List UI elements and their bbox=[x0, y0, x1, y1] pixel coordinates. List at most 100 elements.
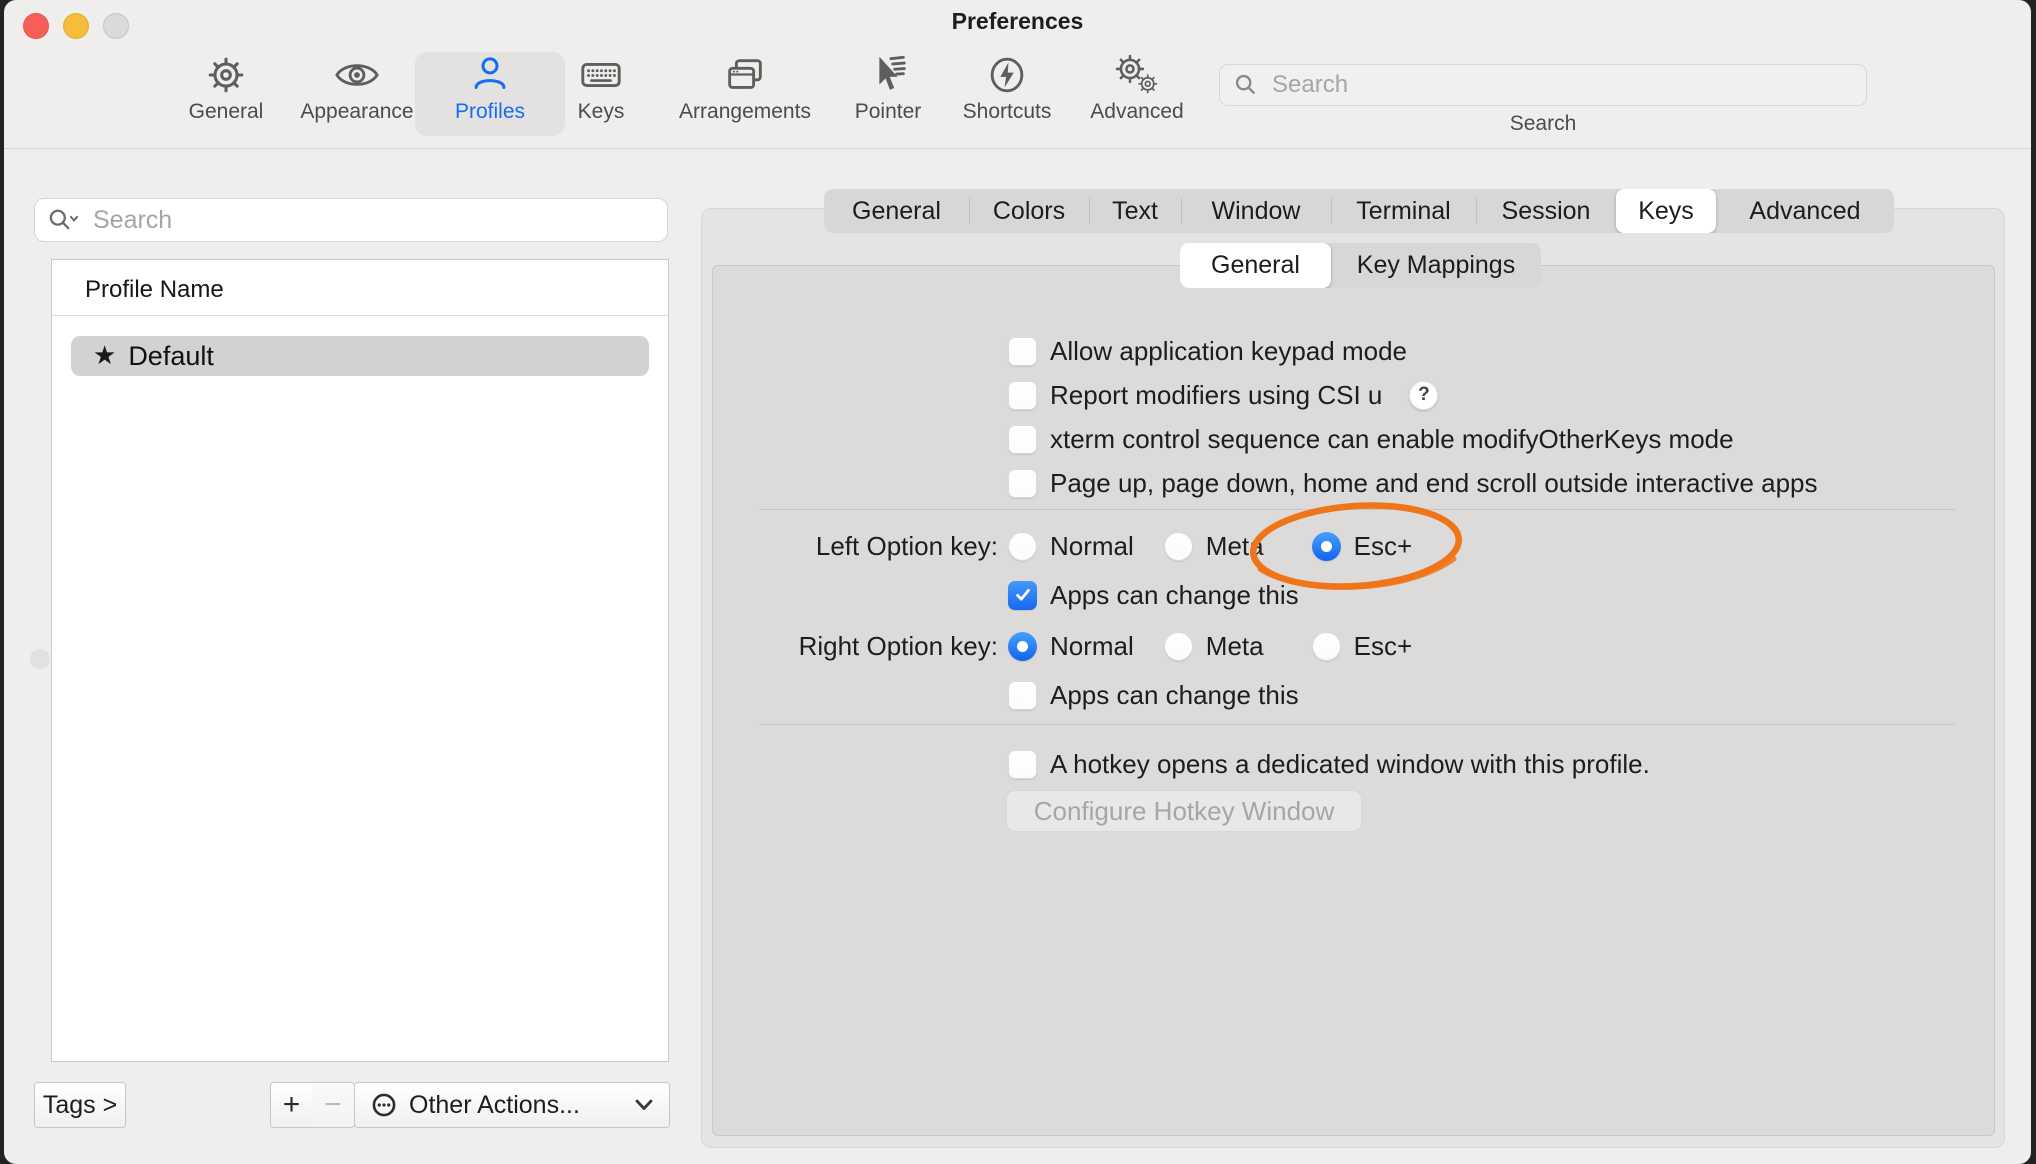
toolbar-label: Appearance bbox=[300, 100, 413, 124]
tab-general[interactable]: General bbox=[824, 189, 969, 233]
tab-keys[interactable]: Keys bbox=[1616, 189, 1716, 233]
divider bbox=[759, 724, 1955, 725]
toolbar-item-keys[interactable]: Keys bbox=[526, 52, 676, 136]
profile-search-input[interactable] bbox=[91, 205, 655, 236]
profile-name: Default bbox=[128, 341, 214, 372]
radio-label: Meta bbox=[1206, 531, 1264, 561]
radio-right-normal[interactable] bbox=[1008, 632, 1037, 661]
tags-button[interactable]: Tags > bbox=[34, 1082, 126, 1128]
tab-text[interactable]: Text bbox=[1089, 189, 1181, 233]
checkbox-row: Report modifiers using CSI u ? bbox=[1008, 379, 1438, 411]
checkbox-row: Allow application keypad mode bbox=[1008, 335, 1407, 367]
radio-right-meta[interactable] bbox=[1164, 632, 1193, 661]
radio-left-esc[interactable] bbox=[1312, 532, 1341, 561]
keyboard-icon bbox=[578, 52, 624, 98]
right-option-label: Right Option key: bbox=[734, 631, 998, 661]
checkbox-row: Page up, page down, home and end scroll … bbox=[1008, 467, 1818, 499]
radio-label: Normal bbox=[1050, 531, 1134, 561]
radio-label: Normal bbox=[1050, 631, 1134, 661]
toolbar-item-appearance[interactable]: Appearance bbox=[282, 52, 432, 136]
sidebar-dot bbox=[30, 649, 50, 669]
apps-change-row: Apps can change this bbox=[1008, 579, 1299, 611]
profile-row-default[interactable]: ★ Default bbox=[71, 336, 649, 376]
eye-icon bbox=[334, 52, 380, 98]
configure-hotkey-window-button: Configure Hotkey Window bbox=[1006, 790, 1362, 832]
radio-right-esc[interactable] bbox=[1312, 632, 1341, 661]
checkbox-label: Report modifiers using CSI u bbox=[1050, 380, 1382, 410]
toolbar-item-arrangements[interactable]: Arrangements bbox=[670, 52, 820, 136]
left-option-row: Left Option key: Normal Meta Esc+ bbox=[734, 530, 1412, 562]
checkmark-icon bbox=[1013, 585, 1033, 605]
gear-icon bbox=[203, 52, 249, 98]
profile-search-field[interactable] bbox=[34, 198, 668, 242]
star-icon: ★ bbox=[93, 341, 116, 371]
checkbox-label: xterm control sequence can enable modify… bbox=[1050, 424, 1734, 454]
other-actions-label: Other Actions... bbox=[409, 1091, 635, 1120]
window-title: Preferences bbox=[4, 8, 2031, 35]
keys-subtab-bar: General Key Mappings bbox=[1180, 243, 1541, 288]
preferences-window: Preferences General Appearance Profiles … bbox=[4, 0, 2031, 1164]
hotkey-row: A hotkey opens a dedicated window with t… bbox=[1008, 748, 1650, 780]
checkbox-label: Allow application keypad mode bbox=[1050, 336, 1407, 366]
radio-left-meta[interactable] bbox=[1164, 532, 1193, 561]
toolbar-search-field[interactable] bbox=[1219, 64, 1867, 106]
checkbox-left-apps-change[interactable] bbox=[1008, 581, 1037, 610]
radio-label: Esc+ bbox=[1354, 631, 1413, 661]
cursor-icon bbox=[865, 52, 911, 98]
toolbar-label: Arrangements bbox=[679, 100, 811, 124]
toolbar-search-caption: Search bbox=[1219, 112, 1867, 136]
list-header-divider bbox=[52, 315, 668, 316]
toolbar-item-advanced[interactable]: Advanced bbox=[1062, 52, 1212, 136]
toolbar-label: Keys bbox=[578, 100, 625, 124]
toolbar-divider bbox=[4, 148, 2031, 149]
checkbox-label: A hotkey opens a dedicated window with t… bbox=[1050, 749, 1650, 779]
remove-profile-button: − bbox=[312, 1082, 355, 1128]
profile-list-header: Profile Name bbox=[85, 276, 224, 304]
checkbox-label: Page up, page down, home and end scroll … bbox=[1050, 468, 1818, 498]
toolbar-search-input[interactable] bbox=[1270, 70, 1854, 100]
checkbox-page-scroll[interactable] bbox=[1008, 469, 1037, 498]
tab-colors[interactable]: Colors bbox=[969, 189, 1089, 233]
toolbar-label: Shortcuts bbox=[963, 100, 1052, 124]
add-profile-button[interactable]: + bbox=[270, 1082, 313, 1128]
lightning-icon bbox=[984, 52, 1030, 98]
divider bbox=[759, 509, 1955, 510]
tab-window[interactable]: Window bbox=[1181, 189, 1331, 233]
toolbar-label: General bbox=[189, 100, 264, 124]
ellipsis-circle-icon bbox=[371, 1092, 397, 1118]
tab-advanced[interactable]: Advanced bbox=[1716, 189, 1894, 233]
gears-icon bbox=[1114, 52, 1160, 98]
checkbox-allow-keypad[interactable] bbox=[1008, 337, 1037, 366]
radio-label: Esc+ bbox=[1354, 531, 1413, 561]
radio-label: Meta bbox=[1206, 631, 1264, 661]
tab-terminal[interactable]: Terminal bbox=[1331, 189, 1476, 233]
search-menu-icon bbox=[47, 206, 81, 234]
search-icon bbox=[1232, 71, 1260, 99]
checkbox-label: Apps can change this bbox=[1050, 580, 1299, 610]
apps-change-row: Apps can change this bbox=[1008, 679, 1299, 711]
profile-tab-bar: General Colors Text Window Terminal Sess… bbox=[824, 189, 1894, 233]
help-button[interactable]: ? bbox=[1409, 381, 1438, 410]
tab-session[interactable]: Session bbox=[1476, 189, 1616, 233]
subtab-general[interactable]: General bbox=[1180, 243, 1331, 288]
toolbar-label: Advanced bbox=[1090, 100, 1183, 124]
profile-list: Profile Name ★ Default bbox=[51, 259, 669, 1062]
checkbox-row: xterm control sequence can enable modify… bbox=[1008, 423, 1734, 455]
toolbar-label: Profiles bbox=[455, 100, 525, 124]
radio-left-normal[interactable] bbox=[1008, 532, 1037, 561]
person-icon bbox=[467, 52, 513, 98]
checkbox-csi-u[interactable] bbox=[1008, 381, 1037, 410]
toolbar-item-general[interactable]: General bbox=[151, 52, 301, 136]
toolbar-label: Pointer bbox=[855, 100, 922, 124]
right-option-row: Right Option key: Normal Meta Esc+ bbox=[734, 630, 1412, 662]
left-option-label: Left Option key: bbox=[734, 531, 998, 561]
checkbox-right-apps-change[interactable] bbox=[1008, 681, 1037, 710]
other-actions-dropdown[interactable]: Other Actions... bbox=[354, 1082, 670, 1128]
subtab-key-mappings[interactable]: Key Mappings bbox=[1331, 243, 1541, 288]
windows-icon bbox=[722, 52, 768, 98]
checkbox-modify-other-keys[interactable] bbox=[1008, 425, 1037, 454]
checkbox-hotkey-window[interactable] bbox=[1008, 750, 1037, 779]
toolbar-item-shortcuts[interactable]: Shortcuts bbox=[932, 52, 1082, 136]
checkbox-label: Apps can change this bbox=[1050, 680, 1299, 710]
chevron-down-icon bbox=[635, 1099, 653, 1111]
